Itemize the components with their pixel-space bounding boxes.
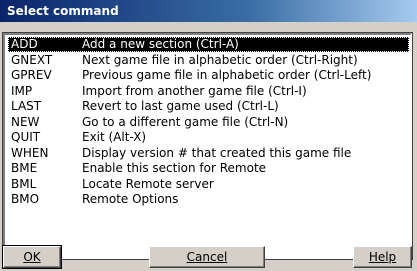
command-description: Previous game file in alphabetic order (… <box>82 68 372 82</box>
command-code: NEW <box>11 115 40 129</box>
command-code: GNEXT <box>11 53 53 67</box>
command-description: Locate Remote server <box>82 177 214 191</box>
command-listbox[interactable]: ADD Add a new section (Ctrl-A) GNEXT Next g… <box>2 32 413 260</box>
command-row-imp[interactable]: IMP Import from another game file (Ctrl-I… <box>8 84 409 99</box>
command-code: GPREV <box>11 68 52 82</box>
command-code: BME <box>11 161 38 175</box>
command-row-gnext[interactable]: GNEXT Next game file in alphabetic order … <box>8 53 409 68</box>
command-row-last[interactable]: LAST Revert to last game used (Ctrl-L) <box>8 99 409 114</box>
cancel-button[interactable]: Cancel <box>149 246 265 268</box>
command-description: Revert to last game used (Ctrl-L) <box>82 99 279 113</box>
command-row-bml[interactable]: BML Locate Remote server <box>8 177 409 192</box>
command-description: Display version # that created this game… <box>82 146 352 160</box>
command-description: Exit (Alt-X) <box>82 130 147 144</box>
command-code: ADD <box>11 37 38 51</box>
command-row-gprev[interactable]: GPREV Previous game file in alphabetic or… <box>8 68 409 83</box>
command-row-bme[interactable]: BME Enable this section for Remote <box>8 161 409 176</box>
command-description: Import from another game file (Ctrl-I) <box>82 84 307 98</box>
command-description: Enable this section for Remote <box>82 161 267 175</box>
command-description: Remote Options <box>82 192 179 206</box>
command-code: WHEN <box>11 146 49 160</box>
ok-button-label: OK <box>23 250 41 264</box>
command-description: Next game file in alphabetic order (Ctrl… <box>82 53 358 67</box>
command-code: BML <box>11 177 37 191</box>
command-code: QUIT <box>11 130 41 144</box>
command-row-add[interactable]: ADD Add a new section (Ctrl-A) <box>8 37 409 52</box>
command-row-when[interactable]: WHEN Display version # that created this … <box>8 146 409 161</box>
cancel-button-label: Cancel <box>186 250 228 264</box>
command-description: Add a new section (Ctrl-A) <box>82 37 239 51</box>
command-row-quit[interactable]: QUIT Exit (Alt-X) <box>8 130 409 145</box>
command-list: ADD Add a new section (Ctrl-A) GNEXT Next g… <box>7 37 410 257</box>
ok-button[interactable]: OK <box>2 245 62 269</box>
command-code: LAST <box>11 99 42 113</box>
command-row-bmo[interactable]: BMO Remote Options <box>8 192 409 207</box>
command-description: Go to a different game file (Ctrl-N) <box>82 115 289 129</box>
command-code: BMO <box>11 192 40 206</box>
help-button-label: Help <box>368 250 397 264</box>
dialog-title: Select command <box>7 4 119 18</box>
help-button[interactable]: Help <box>353 246 412 268</box>
command-row-new[interactable]: NEW Go to a different game file (Ctrl-N) <box>8 115 409 130</box>
dialog-title-bar[interactable]: Select command <box>0 0 417 22</box>
command-code: IMP <box>11 84 33 98</box>
